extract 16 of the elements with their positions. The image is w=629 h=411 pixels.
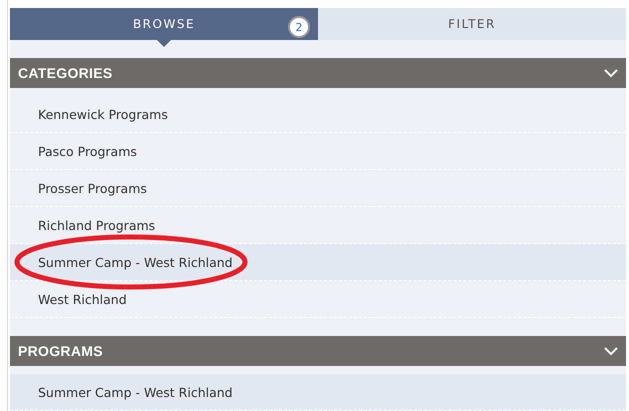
category-item[interactable]: West Richland (10, 281, 626, 318)
count-badge: 2 (288, 16, 310, 38)
category-item[interactable]: Prosser Programs (10, 170, 626, 207)
category-item[interactable]: Kennewick Programs (10, 96, 626, 133)
category-item[interactable]: Summer Camp - West Richland (10, 374, 626, 411)
pointer-icon (157, 40, 171, 47)
chevron-icon (604, 346, 618, 356)
section-header[interactable]: PROGRAMS (10, 336, 626, 366)
category-item[interactable]: Summer Camp - West Richland (10, 244, 626, 281)
section-title: PROGRAMS (18, 343, 103, 359)
tab[interactable]: BROWSE 2 (10, 8, 318, 40)
section-title: CATEGORIES (18, 65, 113, 81)
tab[interactable]: FILTER (318, 8, 626, 40)
category-item[interactable]: Pasco Programs (10, 133, 626, 170)
section-header[interactable]: CATEGORIES (10, 58, 626, 88)
chevron-icon (604, 68, 618, 78)
